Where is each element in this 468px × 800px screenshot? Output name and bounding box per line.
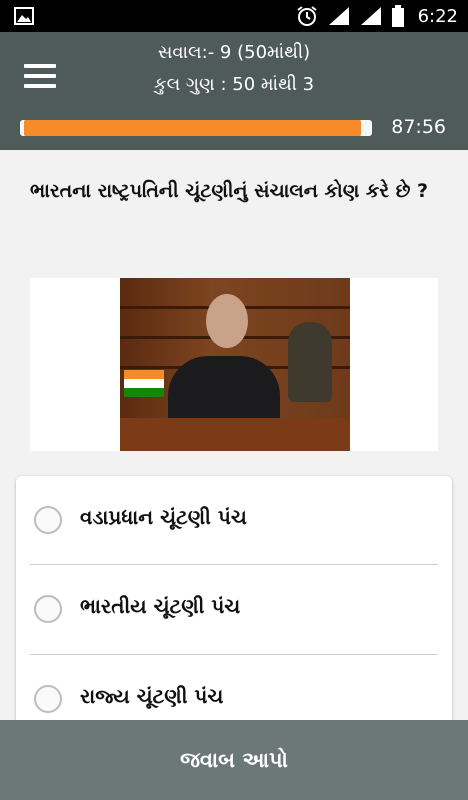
option-1[interactable]: વડાપ્રધાન ચૂંટણી પંચ: [16, 476, 452, 564]
total-score: કુલ ગુણ : 50 માંથી 3: [153, 74, 315, 95]
status-time: 6:22: [417, 5, 458, 27]
bust-statue: [288, 322, 332, 402]
president-photo: [120, 278, 350, 451]
progress-bar: [20, 120, 372, 136]
flag-icon: [124, 370, 164, 397]
question-image: [30, 278, 438, 451]
submit-answer-button[interactable]: જવાબ આપો: [0, 720, 468, 800]
option-label: ભારતીય ચૂંટણી પંચ: [80, 594, 241, 618]
signal-icon: [360, 7, 381, 25]
question-text: ભારતના રાષ્ટ્રપતિની ચૂંટણીનું સંચાલન કોણ…: [30, 180, 429, 202]
radio-button[interactable]: [34, 506, 62, 534]
option-label: વડાપ્રધાન ચૂંટણી પંચ: [80, 505, 247, 529]
timer: 87:56: [391, 116, 446, 138]
option-label: રાજ્ય ચૂંટણી પંચ: [80, 684, 224, 708]
question-counter: સવાલ:- 9 (50માંથી): [157, 42, 311, 63]
answer-options: વડાપ્રધાન ચૂંટણી પંચ ભારતીય ચૂંટણી પંચ ર…: [16, 476, 452, 736]
battery-icon: [391, 5, 404, 27]
quiz-header: સવાલ:- 9 (50માંથી) કુલ ગુણ : 50 માંથી 3 …: [0, 32, 468, 150]
wifi-icon: [328, 7, 349, 25]
option-2[interactable]: ભારતીય ચૂંટણી પંચ: [16, 565, 452, 653]
progress-fill: [24, 120, 361, 136]
image-icon: [14, 7, 34, 25]
alarm-icon: [296, 6, 317, 26]
status-bar: 6:22: [0, 0, 468, 32]
radio-button[interactable]: [34, 685, 62, 713]
radio-button[interactable]: [34, 595, 62, 623]
